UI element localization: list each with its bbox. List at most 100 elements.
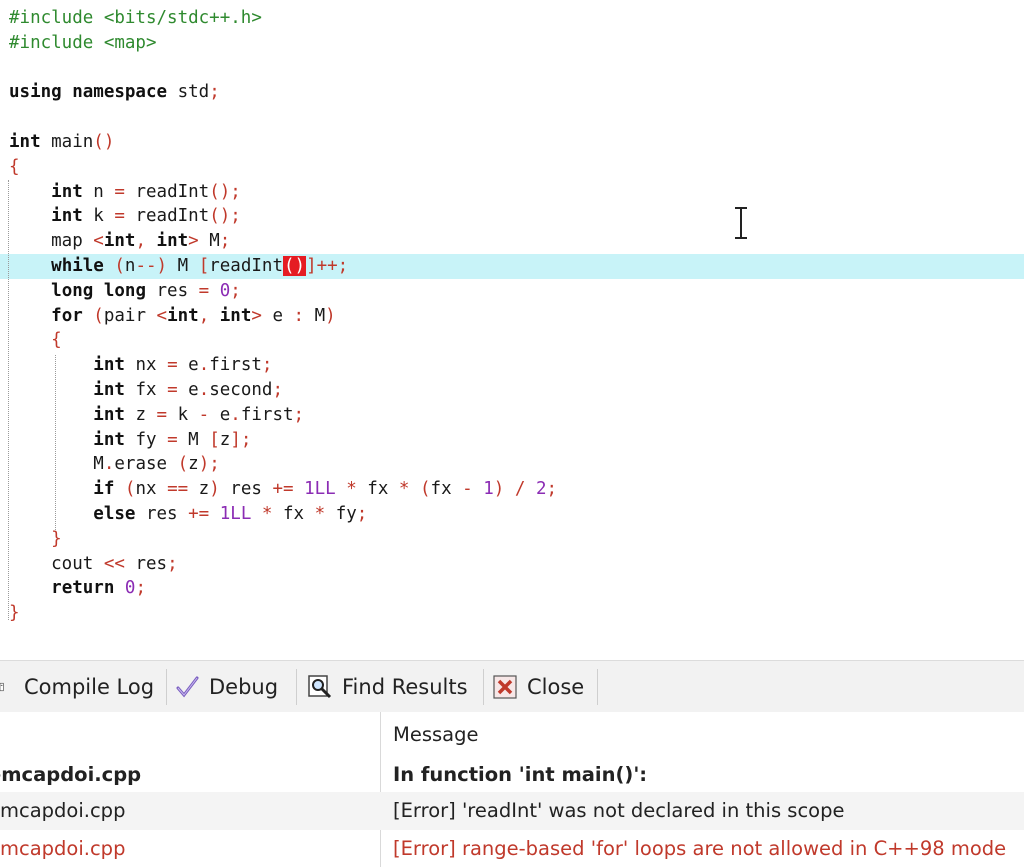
code-line[interactable]: #include <bits/stdc++.h> xyxy=(9,6,262,31)
code-editor[interactable]: #include <bits/stdc++.h> #include <map> us… xyxy=(0,0,1024,656)
code-token: [ xyxy=(209,429,220,450)
code-token: ; xyxy=(293,404,305,425)
code-token: 1LL xyxy=(209,504,262,524)
code-token: ) xyxy=(209,479,220,500)
code-token: - xyxy=(198,404,210,425)
code-token: e xyxy=(177,355,199,376)
code-token: fy xyxy=(124,429,168,450)
code-token: k xyxy=(167,404,199,425)
code-token: ; xyxy=(167,553,178,574)
code-line[interactable]: int k = readInt(); xyxy=(9,204,241,229)
table-row[interactable]: emcapdoi.cpp [Error] 'readInt' was not d… xyxy=(0,792,1024,830)
code-token: (); xyxy=(209,181,241,202)
code-line[interactable]: #include <map> xyxy=(9,31,157,56)
code-token: long long xyxy=(51,280,146,301)
tab-divider xyxy=(296,669,297,705)
code-token: #include <map> xyxy=(9,32,157,53)
message-column-header[interactable]: Message xyxy=(393,716,1024,754)
code-token: --) xyxy=(135,256,168,276)
tab-close[interactable]: Close xyxy=(493,671,584,703)
compile-log-table: Message emcapdoi.cpp In function 'int ma… xyxy=(0,712,1024,867)
code-line[interactable]: using namespace std; xyxy=(9,80,220,105)
code-line[interactable]: int main() xyxy=(9,130,114,155)
indent-guide xyxy=(55,355,56,530)
code-token: nx xyxy=(135,479,168,500)
code-token: fx xyxy=(272,504,315,524)
code-token: z xyxy=(219,429,231,450)
code-line[interactable]: if (nx == z) res += 1LL * fx * (fx - 1) … xyxy=(9,477,557,502)
code-token: 0 xyxy=(209,280,231,301)
code-line[interactable]: long long res = 0; xyxy=(9,279,241,304)
code-line[interactable]: int z = k - e.first; xyxy=(9,403,304,428)
code-token: } xyxy=(9,603,20,624)
code-line[interactable]: int nx = e.first; xyxy=(9,353,272,378)
code-line[interactable]: map <int, int> M; xyxy=(9,229,230,254)
code-line[interactable]: { xyxy=(9,328,62,353)
code-token: . xyxy=(198,380,210,400)
tab-find-results[interactable]: Find Results xyxy=(308,671,468,703)
code-line[interactable]: } xyxy=(9,527,62,552)
code-token: { xyxy=(9,156,20,177)
code-token: res xyxy=(124,553,168,574)
table-row[interactable]: emcapdoi.cpp [Error] range-based 'for' l… xyxy=(0,830,1024,868)
code-token: int xyxy=(93,355,125,376)
code-token: k xyxy=(82,206,115,227)
code-token: . xyxy=(230,404,241,425)
code-token: . xyxy=(103,454,115,475)
code-token: while xyxy=(51,256,104,276)
tab-compile-log[interactable]: Compile Log xyxy=(0,671,154,703)
code-line[interactable]: int n = readInt(); xyxy=(9,180,241,205)
code-token: readInt xyxy=(209,256,283,276)
code-line[interactable]: cout << res; xyxy=(9,552,178,577)
code-token: = xyxy=(114,181,125,202)
code-token: first xyxy=(240,404,294,425)
code-line[interactable]: return 0; xyxy=(9,576,146,601)
code-token: else xyxy=(93,504,136,524)
code-token: using namespace xyxy=(9,82,168,103)
find-results-icon xyxy=(308,675,332,699)
code-line[interactable]: { xyxy=(9,155,20,180)
code-token: , xyxy=(135,231,157,252)
code-token: int xyxy=(156,231,189,252)
code-token: e xyxy=(209,404,231,425)
error-marker: () xyxy=(283,256,307,276)
code-token: = xyxy=(167,380,178,400)
code-line[interactable]: else res += 1LL * fx * fy; xyxy=(9,502,367,527)
checkmark-icon xyxy=(176,676,199,698)
code-token: ( xyxy=(82,305,104,326)
file-cell: emcapdoi.cpp xyxy=(0,763,142,786)
message-cell: [Error] range-based 'for' loops are not … xyxy=(393,837,1007,860)
code-token: pair xyxy=(103,305,157,326)
code-token: readInt xyxy=(124,181,210,202)
code-token: int xyxy=(93,380,125,400)
code-line[interactable]: M.erase (z); xyxy=(9,452,219,477)
code-line[interactable]: for (pair <int, int> e : M) xyxy=(9,304,336,329)
code-token: ( xyxy=(177,454,189,475)
code-token: - xyxy=(462,479,473,500)
code-token: first xyxy=(209,355,262,376)
code-token: += xyxy=(272,479,294,500)
tab-divider xyxy=(483,669,484,705)
code-line[interactable]: while (n--) M [readInt()]++; xyxy=(9,254,348,279)
code-token: (); xyxy=(209,206,241,227)
code-token: std xyxy=(167,82,210,103)
table-header: Message xyxy=(0,716,1024,754)
indent-guide-outer xyxy=(8,180,9,620)
code-token: cout xyxy=(9,553,104,574)
tab-debug[interactable]: Debug xyxy=(175,671,278,703)
code-line[interactable]: int fx = e.second; xyxy=(9,378,283,403)
code-line[interactable]: } xyxy=(9,601,20,626)
code-token: ]++; xyxy=(306,256,349,276)
bottom-panel-tabs: Compile Log Debug Find Results Close xyxy=(0,660,1024,713)
code-line[interactable]: int fy = M [z]; xyxy=(9,428,251,453)
code-token: res xyxy=(145,280,199,301)
code-token: ) xyxy=(325,305,336,326)
tab-label: Find Results xyxy=(342,675,468,699)
code-token: int xyxy=(51,181,83,202)
table-row[interactable]: emcapdoi.cpp In function 'int main()': xyxy=(0,756,1024,794)
